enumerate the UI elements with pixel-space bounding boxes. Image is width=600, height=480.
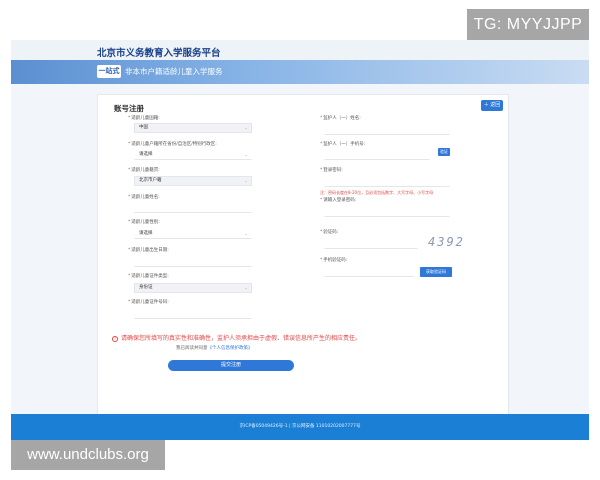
domicile-province-select[interactable]: 请选择 ⌄ xyxy=(134,150,252,160)
id-number-input[interactable] xyxy=(134,309,252,319)
guardian-phone-label: *监护人（一）手机号: xyxy=(320,142,366,147)
child-name-input[interactable] xyxy=(134,203,252,213)
native-place-select[interactable]: 北京市户籍 ⌄ xyxy=(134,176,252,186)
id-type-label: *适龄儿童证件类型: xyxy=(128,274,169,279)
chevron-down-icon: ⌄ xyxy=(244,178,248,183)
child-name-label: *适龄儿童姓名: xyxy=(128,195,160,200)
password-label: *登录密码: xyxy=(320,168,343,173)
native-place-label: *适龄儿童籍贯: xyxy=(128,168,160,173)
confirm-password-label: *请输入登录密码: xyxy=(320,198,357,203)
captcha-image[interactable]: 4392 xyxy=(428,235,465,249)
watermark-bottom-left: www.undclubs.org xyxy=(11,440,165,470)
nationality-label: *适龄儿童国籍: xyxy=(128,116,160,121)
registration-page: 北京市义务教育入学服务平台 一站式 非本市户籍适龄儿童入学服务 账号注册 ＋ 返… xyxy=(11,40,589,440)
sms-code-input[interactable] xyxy=(324,267,414,277)
portal-title: 北京市义务教育入学服务平台 xyxy=(97,48,221,59)
captcha-input[interactable] xyxy=(324,239,418,249)
warning-icon: ! xyxy=(112,335,118,342)
birth-date-input[interactable] xyxy=(134,257,252,267)
privacy-policy-link[interactable]: 《个人信息保护政策》 xyxy=(208,346,253,351)
password-hint: 注：密码长度在8-20位，且必须包括数字、大写字母、小写字母 xyxy=(320,190,434,195)
service-logo-icon: 一站式 xyxy=(97,65,121,78)
chevron-down-icon: ⌄ xyxy=(244,285,248,290)
confirm-password-input[interactable] xyxy=(324,207,450,217)
screenshot-root: 北京市义务教育入学服务平台 一站式 非本市户籍适龄儿童入学服务 账号注册 ＋ 返… xyxy=(0,0,600,480)
phone-verify-button[interactable]: 验证 xyxy=(438,148,450,156)
password-input[interactable] xyxy=(324,177,450,187)
guardian-name-input[interactable] xyxy=(324,125,450,135)
top-header: 北京市义务教育入学服务平台 xyxy=(11,40,589,60)
domicile-province-label: *适龄儿童户籍所在省份/自治区/特别行政区: xyxy=(128,142,217,147)
registration-card: 账号注册 ＋ 返回 *适龄儿童国籍: 中国 ⌄ *适龄儿童户籍所在省份/自治区/特… xyxy=(97,94,509,416)
chevron-down-icon: ⌄ xyxy=(244,152,248,157)
chevron-down-icon: ⌄ xyxy=(244,125,248,130)
sms-code-label: *手机验证码: xyxy=(320,258,348,263)
chevron-down-icon: ⌄ xyxy=(244,231,248,236)
service-name: 非本市户籍适龄儿童入学服务 xyxy=(125,67,223,76)
id-type-select[interactable]: 身份证 ⌄ xyxy=(134,283,252,293)
gender-select[interactable]: 请选择 ⌄ xyxy=(134,229,252,239)
service-banner: 一站式 非本市户籍适龄儿童入学服务 xyxy=(11,60,589,84)
watermark-top-right: TG: MYYJJPP xyxy=(467,9,589,40)
submit-register-button[interactable]: 提交注册 xyxy=(168,360,294,371)
captcha-label: *验证码: xyxy=(320,230,339,235)
guardian-phone-input[interactable] xyxy=(324,150,430,160)
footer-text: 京ICP备05049426号-1 | 京公网安备 11010202007777号 xyxy=(239,424,361,429)
id-number-label: *适龄儿童证件号码: xyxy=(128,300,169,305)
back-button[interactable]: ＋ 返回 xyxy=(481,100,503,111)
nationality-select[interactable]: 中国 ⌄ xyxy=(134,123,252,133)
birth-date-label: *适龄儿童出生日期: xyxy=(128,248,169,253)
gender-label: *适龄儿童性别: xyxy=(128,220,160,225)
notice-text: ! 请确保您所填写的真实性和准确性，监护人须承担由于虚假、错误信息所产生的相应责任… xyxy=(112,333,361,342)
guardian-name-label: *监护人（一）姓名: xyxy=(320,116,361,121)
get-sms-code-button[interactable]: 获取验证码 xyxy=(420,267,452,277)
card-title: 账号注册 xyxy=(114,104,144,113)
agreement-line: 我已阅读并同意《个人信息保护政策》 xyxy=(176,346,253,351)
page-footer: 京ICP备05049426号-1 | 京公网安备 11010202007777号 xyxy=(11,414,589,440)
